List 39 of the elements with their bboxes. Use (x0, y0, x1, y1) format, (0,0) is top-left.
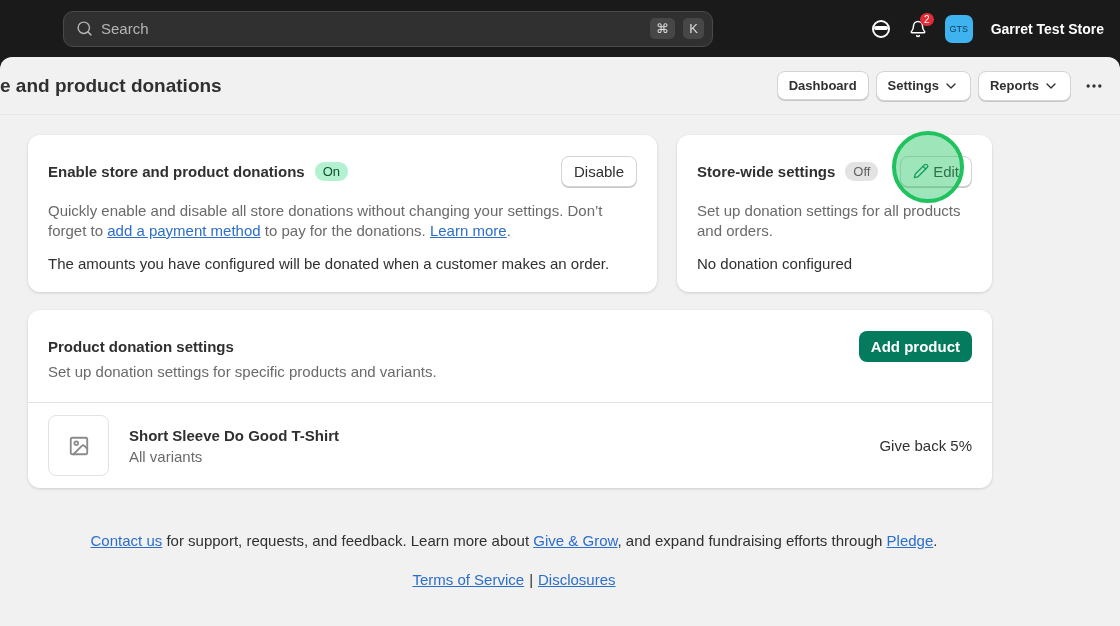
text-link[interactable]: Contact us (90, 532, 163, 549)
shortcut-key: K (683, 18, 704, 39)
product-variants: All variants (129, 447, 204, 465)
edit-button[interactable]: Edit (900, 155, 972, 187)
store-name[interactable]: Garret Test Store (990, 20, 1104, 37)
page-title: e and product donations (0, 74, 222, 97)
separator: | (529, 571, 534, 588)
disclosures-link[interactable]: Disclosures (538, 571, 616, 588)
card-note: No donation configured (697, 255, 854, 272)
notification-count: 2 (920, 12, 934, 26)
header-button[interactable]: Dashboard (776, 71, 869, 100)
card-title: Product donation settings (48, 337, 234, 355)
terms-link[interactable]: Terms of Service (412, 571, 525, 588)
card-description: Set up donation settings for all products and orders. (697, 201, 962, 241)
card-description: Quickly enable and disable all store donations without changing your settings. Don’t forget to add a payment method to pay for the donations. Learn more. (48, 201, 604, 241)
add-product-button[interactable]: Add product (858, 330, 972, 362)
image-icon (67, 434, 90, 457)
shortcut-key: ⌘ (650, 18, 676, 39)
product-name[interactable]: Short Sleeve Do Good T-Shirt (129, 426, 340, 444)
search-field[interactable]: Search ⌘ K (63, 10, 713, 47)
give-back-amount: Give back 5% (879, 437, 972, 454)
text-link[interactable]: add a payment method (107, 222, 261, 239)
footer-text: Contact us for support, requests, and feedback. Learn more about Give & Grow, and expand fundraising efforts through Pledge. (90, 532, 938, 549)
disable-button[interactable]: Disable (560, 155, 637, 187)
card-note: The amounts you have configured will be donated when a customer makes an order. (48, 255, 611, 272)
pencil-icon (913, 163, 930, 179)
card-title: Store-wide settings (697, 162, 836, 180)
card-description: Set up donation settings for specific products and variants. (48, 362, 438, 382)
search-placeholder: Search (101, 20, 150, 37)
header-button[interactable]: Reports (977, 70, 1071, 101)
search-icon (76, 20, 93, 37)
status-badge: Off (845, 161, 879, 181)
text-link[interactable]: Give & Grow (533, 532, 618, 549)
header-button[interactable]: Settings (875, 70, 971, 101)
text-link[interactable]: Learn more (429, 222, 507, 239)
card-title: Enable store and product donations (48, 162, 305, 180)
text-link[interactable]: Pledge (886, 532, 934, 549)
store-avatar[interactable]: GTS (944, 14, 973, 43)
status-badge: On (314, 161, 349, 181)
